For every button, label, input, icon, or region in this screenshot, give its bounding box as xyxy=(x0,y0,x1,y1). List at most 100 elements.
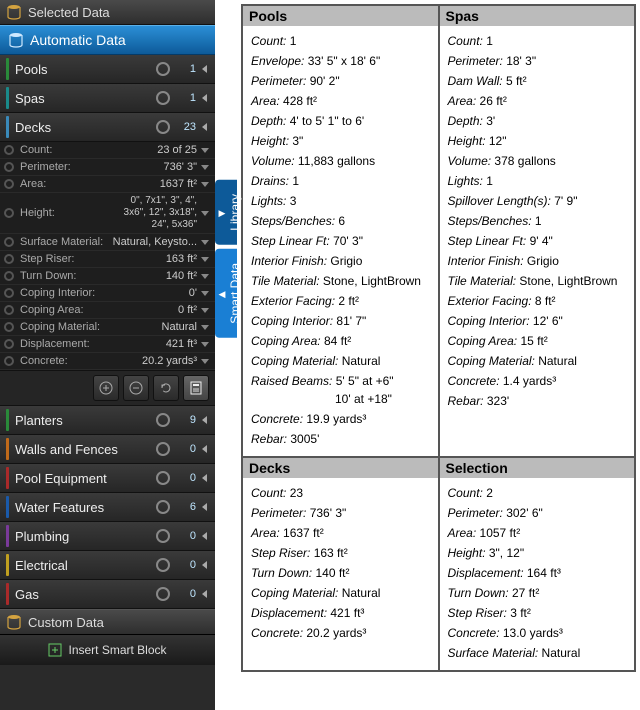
property-value: 3005' xyxy=(290,432,319,446)
property-name: Step Linear Ft: xyxy=(448,234,527,248)
property-value: 1 xyxy=(290,34,297,48)
category-spas[interactable]: Spas 1 xyxy=(0,84,215,113)
collapse-icon xyxy=(202,474,207,482)
property-name: Coping Material: xyxy=(448,354,535,368)
property-row: Displacement: 164 ft³ xyxy=(448,564,627,582)
detail-row[interactable]: Coping Material:Natural xyxy=(0,319,215,336)
category-pool-equipment[interactable]: Pool Equipment 0 xyxy=(0,464,215,493)
custom-data-header[interactable]: Custom Data xyxy=(0,609,215,634)
property-row: Steps/Benches: 6 xyxy=(251,212,430,230)
selected-data-title: Selected Data xyxy=(28,5,110,20)
property-row: Count: 1 xyxy=(251,32,430,50)
dropdown-icon xyxy=(201,274,209,279)
property-name: Rebar: xyxy=(448,394,484,408)
category-water-features[interactable]: Water Features 6 xyxy=(0,493,215,522)
property-value: 378 gallons xyxy=(494,154,555,168)
property-row: Concrete: 1.4 yards³ xyxy=(448,372,627,390)
property-name: Tile Material: xyxy=(251,274,320,288)
property-value: 1057 ft² xyxy=(480,526,521,540)
property-row: Raised Beams: 5' 5" at +6"10' at +18" xyxy=(251,372,430,408)
property-row: Dam Wall: 5 ft² xyxy=(448,72,627,90)
property-name: Count: xyxy=(251,486,286,500)
refresh-button[interactable] xyxy=(153,375,179,401)
category-gas[interactable]: Gas 0 xyxy=(0,580,215,609)
property-name: Coping Interior: xyxy=(448,314,530,328)
property-row: Interior Finish: Grigio xyxy=(251,252,430,270)
property-row: Exterior Facing: 8 ft² xyxy=(448,292,627,310)
category-pools[interactable]: Pools 1 xyxy=(0,55,215,84)
detail-row[interactable]: Perimeter:736' 3" xyxy=(0,159,215,176)
property-value: 90' 2" xyxy=(310,74,340,88)
property-row: Area: 428 ft² xyxy=(251,92,430,110)
insert-smart-block-button[interactable]: Insert Smart Block xyxy=(0,634,215,665)
category-decks[interactable]: Decks 23 xyxy=(0,113,215,142)
property-row: Concrete: 13.0 yards³ xyxy=(448,624,627,642)
property-value: Grigio xyxy=(330,254,362,268)
property-row: Drains: 1 xyxy=(251,172,430,190)
database-icon xyxy=(6,4,22,20)
property-row: Perimeter: 302' 6" xyxy=(448,504,627,522)
detail-row[interactable]: Coping Interior:0' xyxy=(0,285,215,302)
property-value: 5' 5" at +6" xyxy=(336,374,394,388)
property-value: 11,883 gallons xyxy=(298,154,375,168)
property-value: Stone, LightBrown xyxy=(323,274,421,288)
property-value: 13.0 yards³ xyxy=(503,626,563,640)
detail-label: Area: xyxy=(20,178,160,190)
collapse-icon xyxy=(202,123,207,131)
category-label: Water Features xyxy=(15,500,156,515)
panel-decks: DecksCount: 23Perimeter: 736' 3"Area: 16… xyxy=(242,457,439,671)
detail-row[interactable]: Concrete:20.2 yards³ xyxy=(0,353,215,370)
category-plumbing[interactable]: Plumbing 0 xyxy=(0,522,215,551)
calculator-button[interactable] xyxy=(183,375,209,401)
detail-row[interactable]: Surface Material:Natural, Keysto... xyxy=(0,234,215,251)
detail-row[interactable]: Coping Area:0 ft² xyxy=(0,302,215,319)
property-row: Depth: 3' xyxy=(448,112,627,130)
ring-icon xyxy=(156,120,170,134)
property-name: Step Linear Ft: xyxy=(251,234,330,248)
ring-icon xyxy=(156,91,170,105)
property-value: 4' to 5' 1" to 6' xyxy=(290,114,365,128)
category-label: Walls and Fences xyxy=(15,442,156,457)
tab-library[interactable]: ▶Library xyxy=(215,180,237,245)
selected-data-header[interactable]: Selected Data xyxy=(0,0,215,25)
property-row: Count: 2 xyxy=(448,484,627,502)
property-row: Coping Interior: 12' 6" xyxy=(448,312,627,330)
database-icon xyxy=(8,32,24,48)
detail-row[interactable]: Area:1637 ft² xyxy=(0,176,215,193)
category-walls-and-fences[interactable]: Walls and Fences 0 xyxy=(0,435,215,464)
dropdown-icon xyxy=(201,182,209,187)
property-row: Height: 3" xyxy=(251,132,430,150)
property-value: 1 xyxy=(486,174,493,188)
property-value: Natural xyxy=(538,354,577,368)
detail-row[interactable]: Step Riser:163 ft² xyxy=(0,251,215,268)
detail-row[interactable]: Height:0", 7x1", 3", 4",3x6", 12", 3x18"… xyxy=(0,193,215,234)
accent-bar xyxy=(6,438,9,460)
category-planters[interactable]: Planters 9 xyxy=(0,406,215,435)
property-row: Exterior Facing: 2 ft² xyxy=(251,292,430,310)
automatic-data-header[interactable]: Automatic Data xyxy=(0,25,215,55)
property-name: Volume: xyxy=(448,154,492,168)
detail-row[interactable]: Count:23 of 25 xyxy=(0,142,215,159)
ring-icon xyxy=(4,322,14,332)
detail-row[interactable]: Displacement:421 ft³ xyxy=(0,336,215,353)
tab-smart-data[interactable]: ◀Smart Data xyxy=(215,249,237,338)
property-name: Displacement: xyxy=(448,566,524,580)
accent-bar xyxy=(6,583,9,605)
sidebar: Selected Data Automatic Data Pools 1 Spa… xyxy=(0,0,215,710)
property-row: Volume: 11,883 gallons xyxy=(251,152,430,170)
calculator-icon xyxy=(188,380,204,396)
property-value: Stone, LightBrown xyxy=(519,274,617,288)
remove-button[interactable] xyxy=(123,375,149,401)
detail-row[interactable]: Turn Down:140 ft² xyxy=(0,268,215,285)
detail-label: Coping Interior: xyxy=(20,287,189,299)
property-name: Dam Wall: xyxy=(448,74,503,88)
category-count: 23 xyxy=(178,121,196,133)
category-electrical[interactable]: Electrical 0 xyxy=(0,551,215,580)
property-name: Area: xyxy=(448,94,477,108)
add-button[interactable] xyxy=(93,375,119,401)
arrow-right-icon: ▶ xyxy=(218,198,228,231)
property-name: Interior Finish: xyxy=(448,254,524,268)
property-name: Step Riser: xyxy=(251,546,310,560)
property-value: 3", 12" xyxy=(489,546,524,560)
property-row: Steps/Benches: 1 xyxy=(448,212,627,230)
